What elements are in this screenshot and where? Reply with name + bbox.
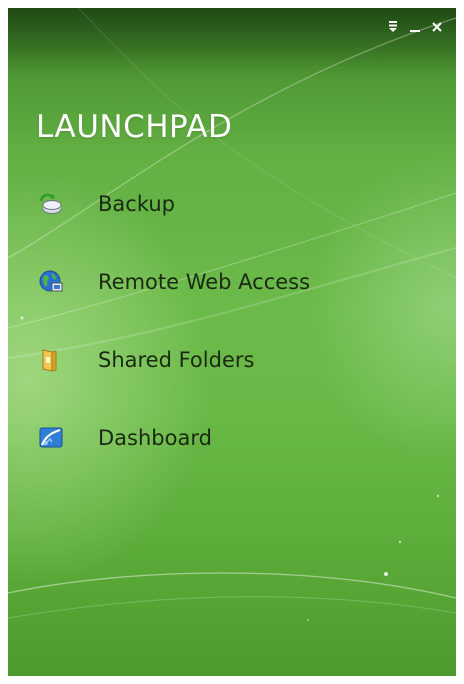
- pin-icon[interactable]: [384, 18, 402, 36]
- menu-item-label: Shared Folders: [98, 348, 255, 372]
- globe-icon: [38, 269, 64, 295]
- menu-item-label: Remote Web Access: [98, 270, 311, 294]
- window-controls: [384, 18, 446, 36]
- menu-item-backup[interactable]: Backup: [38, 184, 438, 224]
- menu-item-label: Backup: [98, 192, 175, 216]
- folder-icon: [38, 347, 64, 373]
- app-title: LAUNCHPAD: [36, 109, 233, 145]
- menu-item-dashboard[interactable]: Dashboard: [38, 418, 438, 458]
- menu-item-label: Dashboard: [98, 426, 212, 450]
- backup-icon: [38, 191, 64, 217]
- launch-menu: Backup Remote Web Access Shared Folders …: [38, 184, 438, 496]
- minimize-icon[interactable]: [406, 18, 424, 36]
- dashboard-icon: [38, 425, 64, 451]
- menu-item-shared-folders[interactable]: Shared Folders: [38, 340, 438, 380]
- close-icon[interactable]: [428, 18, 446, 36]
- launchpad-window: LAUNCHPAD Backup Remote Web Access Share…: [8, 8, 456, 676]
- menu-item-remote-web-access[interactable]: Remote Web Access: [38, 262, 438, 302]
